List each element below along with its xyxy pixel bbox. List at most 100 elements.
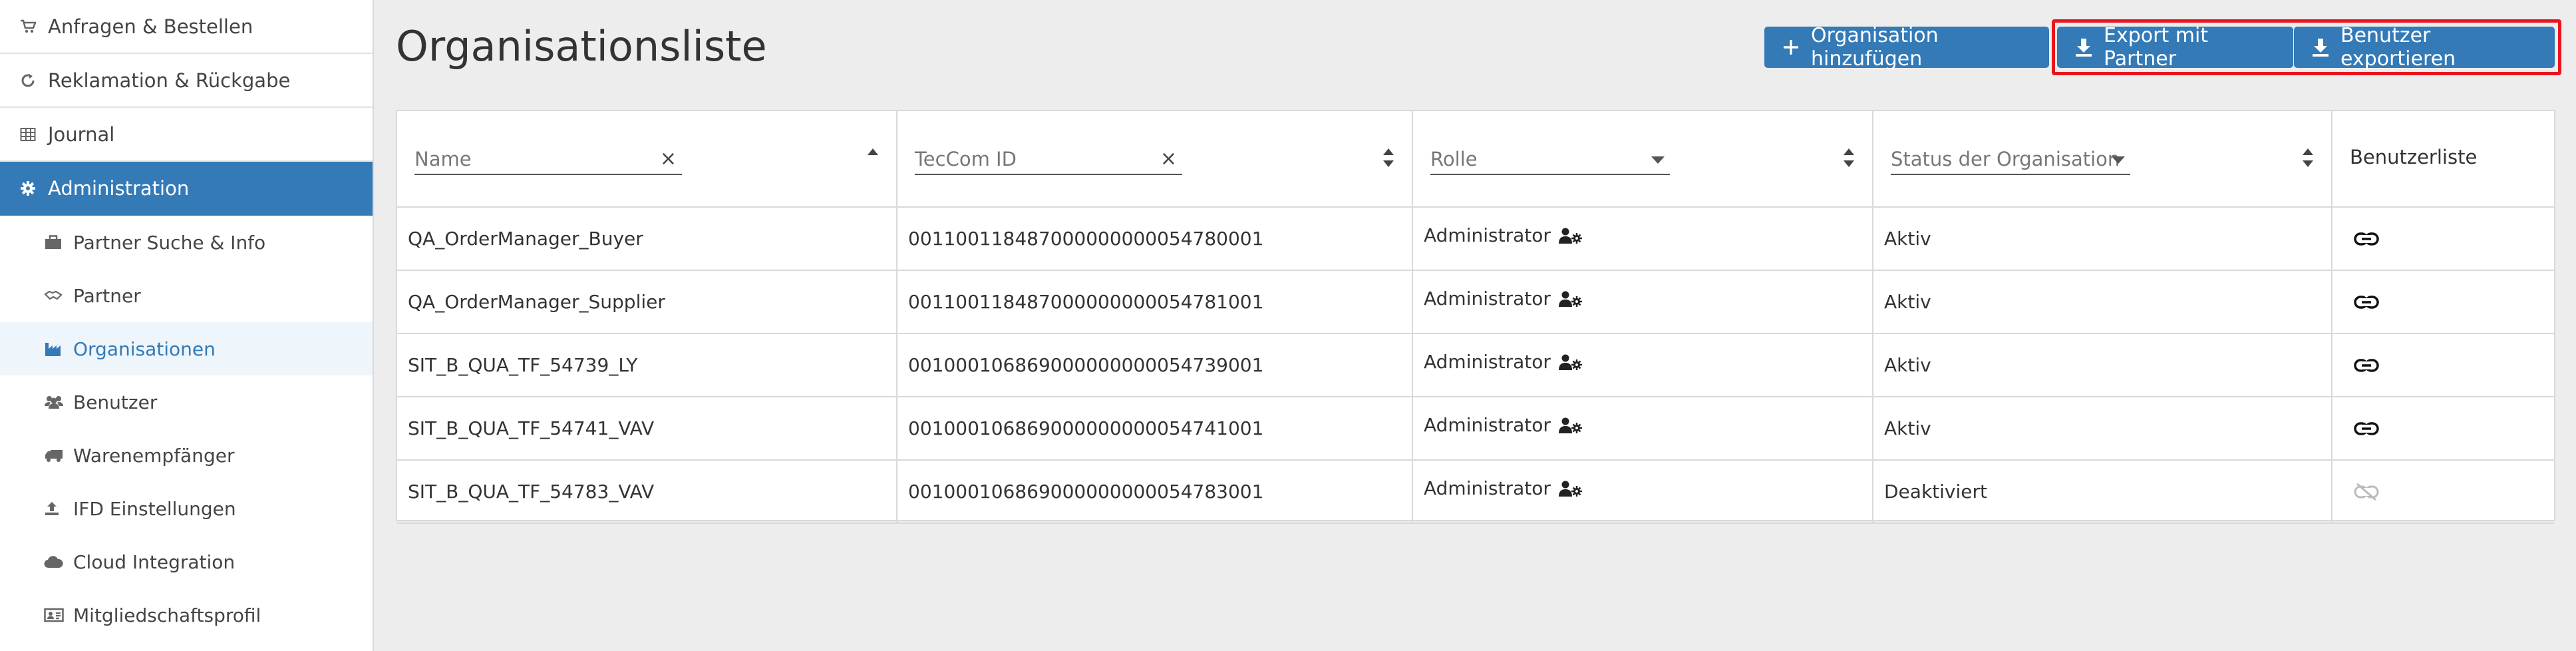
briefcase-icon [44, 233, 71, 252]
sort-up-arrow [1844, 148, 1854, 155]
cart-icon [20, 17, 44, 37]
teccom-id-cell: 001000106869000000000054741001 [897, 397, 1413, 459]
link-icon[interactable] [2354, 421, 2379, 437]
user-cog-icon [1555, 480, 1584, 497]
chevron-down-icon [1651, 156, 1665, 164]
sort-icon[interactable] [2302, 148, 2314, 170]
status-text: Aktiv [1884, 291, 1931, 313]
role-cell: Administrator [1413, 334, 1873, 396]
nav-item-anfragen[interactable]: Anfragen & Bestellen [0, 0, 373, 54]
sort-icon[interactable] [1843, 148, 1855, 170]
sidebar-item-partner-suche[interactable]: Partner Suche & Info [0, 216, 373, 269]
role-filter-placeholder: Rolle [1430, 148, 1478, 170]
table-icon [20, 124, 44, 144]
userlist-cell [2333, 461, 2557, 523]
sort-up-arrow [2303, 148, 2313, 155]
sidebar-item-mitgliedschaftsprofil[interactable]: Mitgliedschaftsprofil [0, 588, 373, 642]
user-cog-icon [1555, 227, 1584, 244]
name-cell: QA_OrderManager_Buyer [397, 208, 897, 270]
sidebar-item-label: Warenempfänger [73, 444, 235, 467]
sidebar-item-label: Partner Suche & Info [73, 231, 266, 254]
userlist-cell [2333, 334, 2557, 396]
refresh-icon [20, 71, 44, 91]
sidebar-item-label: Cloud Integration [73, 550, 236, 573]
teccom-id: 001000106869000000000054739001 [908, 354, 1264, 376]
sidebar-item-warenempfaenger[interactable]: Warenempfänger [0, 429, 373, 482]
name-filter-input[interactable]: Name × [414, 144, 682, 175]
sort-icon[interactable] [1382, 148, 1394, 170]
sidebar-item-benutzer[interactable]: Benutzer [0, 375, 373, 429]
sidebar-item-organisationen[interactable]: Organisationen [0, 322, 373, 375]
nav-item-journal[interactable]: Journal [0, 108, 373, 162]
page-title: Organisationsliste [396, 22, 767, 71]
export-users-button[interactable]: Benutzer exportieren [2294, 24, 2555, 71]
id-card-icon [44, 606, 71, 624]
users-icon [44, 393, 71, 411]
status-cell: Aktiv [1873, 271, 2333, 333]
sidebar-item-label: Partner [73, 284, 141, 307]
table-header-row: Name × TecCom ID × Rolle Status der Orga… [397, 111, 2554, 208]
role-filter-select[interactable]: Rolle [1430, 144, 1670, 175]
sidebar-item-label: IFD Einstellungen [73, 497, 236, 520]
add-organisation-button[interactable]: Organisation hinzufügen [1764, 24, 2049, 71]
export-users-label: Benutzer exportieren [2340, 24, 2456, 71]
sidebar-item-ifd-einstellungen[interactable]: IFD Einstellungen [0, 482, 373, 535]
nav-item-label: Reklamation & Rückgabe [48, 69, 291, 92]
name-cell: SIT_B_QUA_TF_54783_VAV [397, 461, 897, 523]
teccom-id-cell: 001100118487000000000054781001 [897, 271, 1413, 333]
role-cell: Administrator [1413, 271, 1873, 333]
role-text: Administrator [1424, 224, 1551, 246]
status-cell: Deaktiviert [1873, 461, 2333, 523]
userlist-cell [2333, 397, 2557, 459]
sort-up-arrow [868, 148, 878, 155]
status-cell: Aktiv [1873, 334, 2333, 396]
status-text: Deaktiviert [1884, 481, 1987, 503]
download-icon [2074, 37, 2093, 57]
clear-icon[interactable]: × [1160, 147, 1177, 170]
status-cell: Aktiv [1873, 397, 2333, 459]
link-icon[interactable] [2354, 357, 2379, 373]
sort-asc-icon[interactable] [867, 148, 879, 170]
sort-down-arrow [1844, 160, 1854, 167]
role-cell: Administrator [1413, 461, 1873, 523]
teccom-id: 001100118487000000000054780001 [908, 228, 1264, 250]
clear-icon[interactable]: × [660, 147, 677, 170]
header-status: Status der Organisation [1873, 111, 2333, 206]
teccom-id-filter-input[interactable]: TecCom ID × [915, 144, 1182, 175]
user-cog-icon [1555, 417, 1584, 434]
role-cell: Administrator [1413, 208, 1873, 270]
table-row: SIT_B_QUA_TF_54739_LY 0010001068690000000… [397, 334, 2554, 397]
export-with-partner-label: Export mit Partner [2104, 24, 2209, 71]
sidebar-item-cloud-integration[interactable]: Cloud Integration [0, 535, 373, 588]
plus-icon [1782, 38, 1800, 57]
status-cell: Aktiv [1873, 208, 2333, 270]
role-text: Administrator [1424, 414, 1551, 436]
nav-item-administration[interactable]: Administration [0, 162, 373, 216]
user-cog-icon [1555, 353, 1584, 371]
organisation-name: SIT_B_QUA_TF_54783_VAV [408, 481, 655, 503]
link-icon[interactable] [2354, 294, 2379, 310]
sidebar-item-partner[interactable]: Partner [0, 269, 373, 322]
link-icon[interactable] [2354, 231, 2379, 247]
header-userlist: Benutzerliste [2333, 111, 2557, 206]
download-icon [2311, 37, 2330, 57]
status-text: Aktiv [1884, 228, 1931, 250]
sort-down-arrow [1383, 160, 1394, 167]
status-filter-select[interactable]: Status der Organisation [1891, 144, 2130, 175]
user-cog-icon [1555, 290, 1584, 308]
nav-item-label: Anfragen & Bestellen [48, 15, 253, 38]
name-cell: SIT_B_QUA_TF_54741_VAV [397, 397, 897, 459]
nav-item-label: Administration [48, 176, 190, 200]
export-with-partner-button[interactable]: Export mit Partner [2057, 24, 2293, 71]
userlist-cell [2333, 271, 2557, 333]
table-row: QA_OrderManager_Supplier 0011001184870000… [397, 271, 2554, 334]
nav-item-reklamation[interactable]: Reklamation & Rückgabe [0, 54, 373, 108]
organisation-table: Name × TecCom ID × Rolle Status der Orga… [396, 110, 2557, 524]
cloud-icon [44, 552, 71, 571]
organisation-name: QA_OrderManager_Supplier [408, 291, 665, 313]
sidebar-item-label: Mitgliedschaftsprofil [73, 604, 261, 626]
status-text: Aktiv [1884, 417, 1931, 439]
name-filter-placeholder: Name [414, 148, 472, 170]
table-row: SIT_B_QUA_TF_54741_VAV 001000106869000000… [397, 397, 2554, 461]
role-cell: Administrator [1413, 397, 1873, 459]
